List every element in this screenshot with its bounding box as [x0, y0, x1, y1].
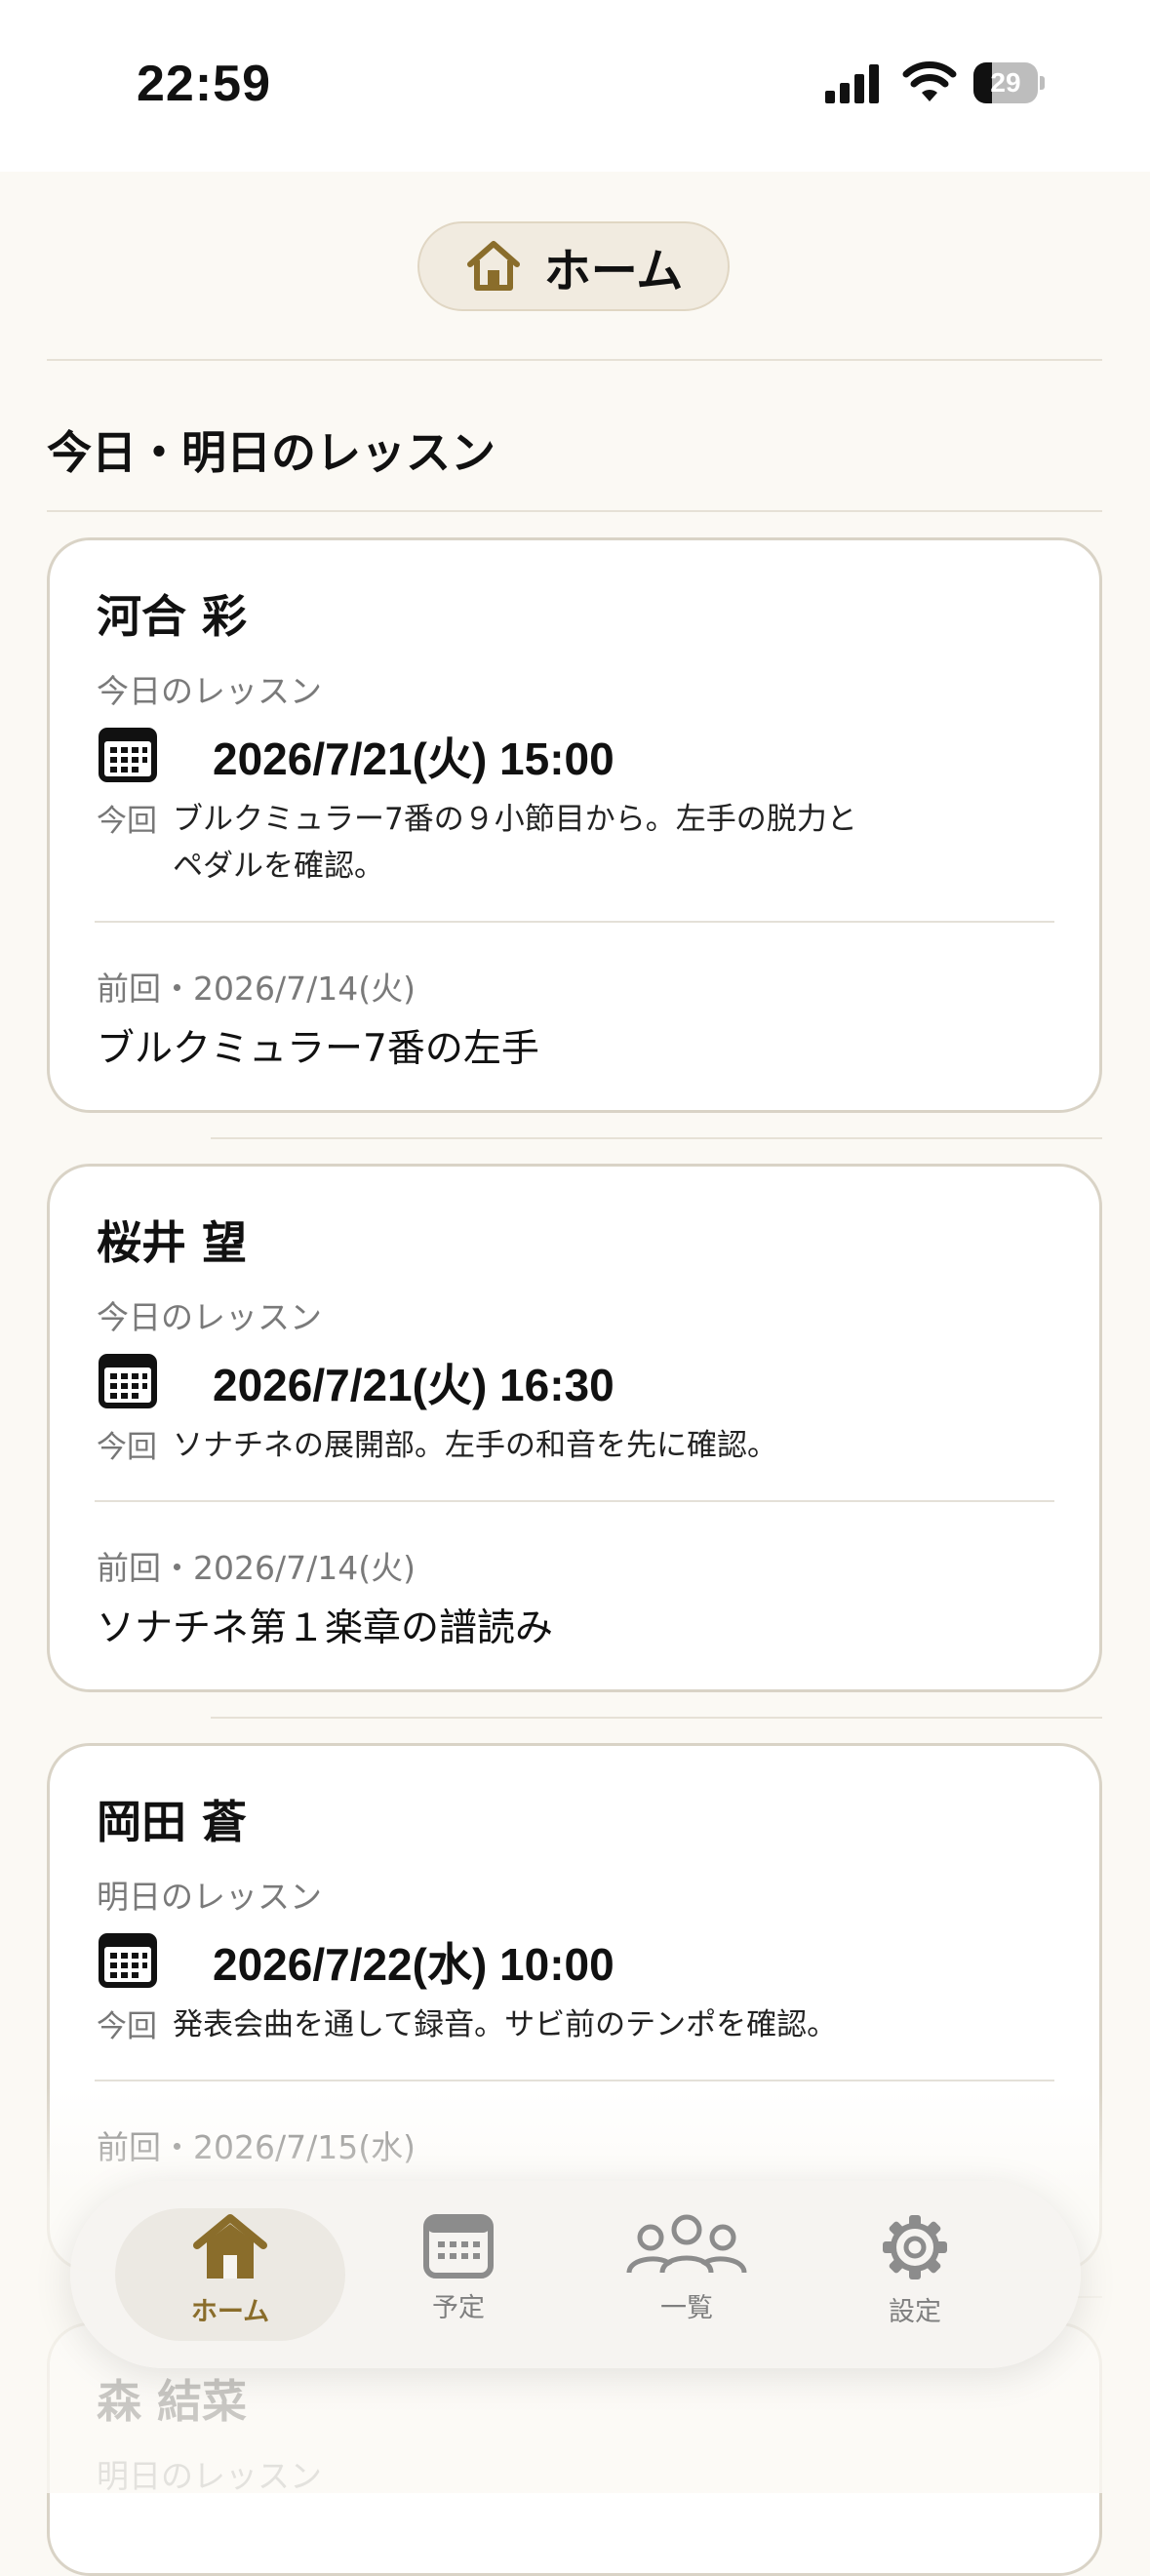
tab-list[interactable]: 一覧: [599, 2212, 774, 2349]
card-separator: [95, 1500, 1054, 1502]
lesson-datetime: 2026/7/21(火) 15:00: [213, 733, 615, 784]
lesson-note-line: 発表会曲を通して録音。サビ前のテンポを確認。: [173, 2007, 838, 2042]
house-icon: [466, 241, 520, 291]
student-name: 岡田 蒼: [97, 1796, 248, 1848]
note-tag: 今回: [97, 1430, 157, 1465]
lesson-note: 発表会曲を通して録音。サビ前のテンポを確認。: [173, 2001, 992, 2048]
section-title: 今日・明日のレッスン: [47, 426, 496, 479]
lesson-day-label: 明日のレッスン: [97, 2457, 322, 2495]
lesson-day-label: 今日のレッスン: [97, 672, 322, 710]
student-name: 河合 彩: [97, 590, 248, 643]
page-title: ホーム: [543, 244, 684, 298]
lesson-card[interactable]: 桜井 望 今日のレッスン 2026/7/21(火) 16:30 今回 ソナチネの…: [47, 1164, 1102, 1692]
lesson-card[interactable]: 河合 彩 今日のレッスン 2026/7/21(火) 15:00 今回 ブルクミュ…: [47, 537, 1102, 1113]
calendar-icon: [423, 2214, 494, 2279]
people-icon: [626, 2214, 747, 2274]
list-divider: [211, 1717, 1102, 1719]
lesson-note: ソナチネの展開部。左手の和音を先に確認。: [173, 1422, 992, 1469]
previous-lesson-label: 前回・2026/7/14(火): [97, 1549, 416, 1587]
status-bar: 22:59 29: [0, 0, 1150, 172]
card-separator: [95, 921, 1054, 923]
battery-level: 29: [990, 67, 1021, 98]
tab-settings[interactable]: 設定: [827, 2212, 1003, 2349]
previous-lesson-label: 前回・2026/7/15(水): [97, 2128, 416, 2166]
lesson-note-line: ブルクミュラー7番の９小節目から。左手の脱力と: [173, 802, 857, 837]
calendar-icon: [99, 1354, 157, 1408]
tab-label: ホーム: [190, 2297, 270, 2327]
lesson-note-line: ソナチネの展開部。左手の和音を先に確認。: [173, 1428, 777, 1463]
battery-icon: 29: [973, 62, 1046, 103]
student-name: 桜井 望: [97, 1216, 248, 1269]
house-icon: [193, 2214, 267, 2279]
previous-lesson-label: 前回・2026/7/14(火): [97, 970, 416, 1008]
card-separator: [95, 2080, 1054, 2081]
cellular-signal-icon: [825, 64, 879, 103]
lesson-note: ブルクミュラー7番の９小節目から。左手の脱力と ペダルを確認。: [173, 796, 992, 890]
header-divider: [47, 359, 1102, 361]
tab-schedule[interactable]: 予定: [371, 2212, 546, 2349]
previous-lesson-text: ソナチネ第１楽章の譜読み: [97, 1606, 554, 1650]
calendar-icon: [99, 728, 157, 782]
gear-icon: [883, 2215, 947, 2279]
tab-label: 予定: [432, 2293, 485, 2323]
section-divider: [47, 510, 1102, 512]
list-divider: [211, 1137, 1102, 1139]
lesson-datetime: 2026/7/21(火) 16:30: [213, 1360, 615, 1410]
lesson-day-label: 今日のレッスン: [97, 1298, 322, 1336]
tab-label: 設定: [889, 2297, 941, 2327]
note-tag: 今回: [97, 804, 157, 839]
lesson-datetime: 2026/7/22(水) 10:00: [213, 1939, 615, 1990]
status-time: 22:59: [137, 56, 271, 112]
home-header-button[interactable]: ホーム: [417, 221, 730, 311]
lesson-day-label: 明日のレッスン: [97, 1878, 322, 1916]
tab-home[interactable]: ホーム: [142, 2212, 318, 2349]
previous-lesson-text: ブルクミュラー7番の左手: [97, 1027, 539, 1071]
note-tag: 今回: [97, 2009, 157, 2044]
tab-bar: ホーム 予定 一覧 設定: [70, 2181, 1081, 2368]
tab-label: 一覧: [660, 2293, 713, 2323]
wifi-icon: [902, 61, 957, 101]
student-name: 森 結菜: [97, 2375, 248, 2428]
calendar-icon: [99, 1933, 157, 1988]
lesson-note-line: ペダルを確認。: [173, 849, 384, 884]
